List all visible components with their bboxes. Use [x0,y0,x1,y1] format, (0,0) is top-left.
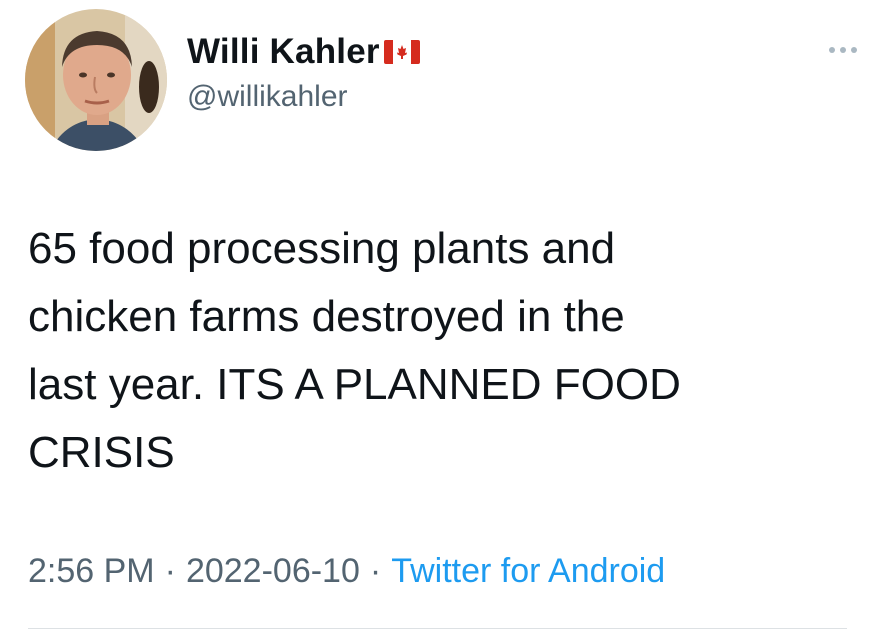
user-handle[interactable]: @willikahler [187,80,348,114]
canada-flag-icon [383,40,420,64]
avatar[interactable] [25,9,167,151]
more-options-icon [829,47,857,53]
display-name[interactable]: Willi Kahler [187,32,380,72]
tweet-meta: 2:56 PM · 2022-06-10 · Twitter for Android [28,552,665,591]
name-row: Willi Kahler [187,30,420,74]
tweet-time[interactable]: 2:56 PM [28,552,155,590]
avatar-image [25,9,167,151]
meta-separator: · [369,552,382,590]
tweet-source-link[interactable]: Twitter for Android [391,552,665,590]
divider [28,628,847,629]
tweet-text: 65 food processing plants and chicken fa… [28,224,681,477]
more-options-button[interactable] [826,38,860,62]
tweet-date[interactable]: 2022-06-10 [186,552,360,590]
tweet-card: Willi Kahler @willikahler 65 food proces… [0,0,875,642]
meta-separator: · [164,552,176,590]
